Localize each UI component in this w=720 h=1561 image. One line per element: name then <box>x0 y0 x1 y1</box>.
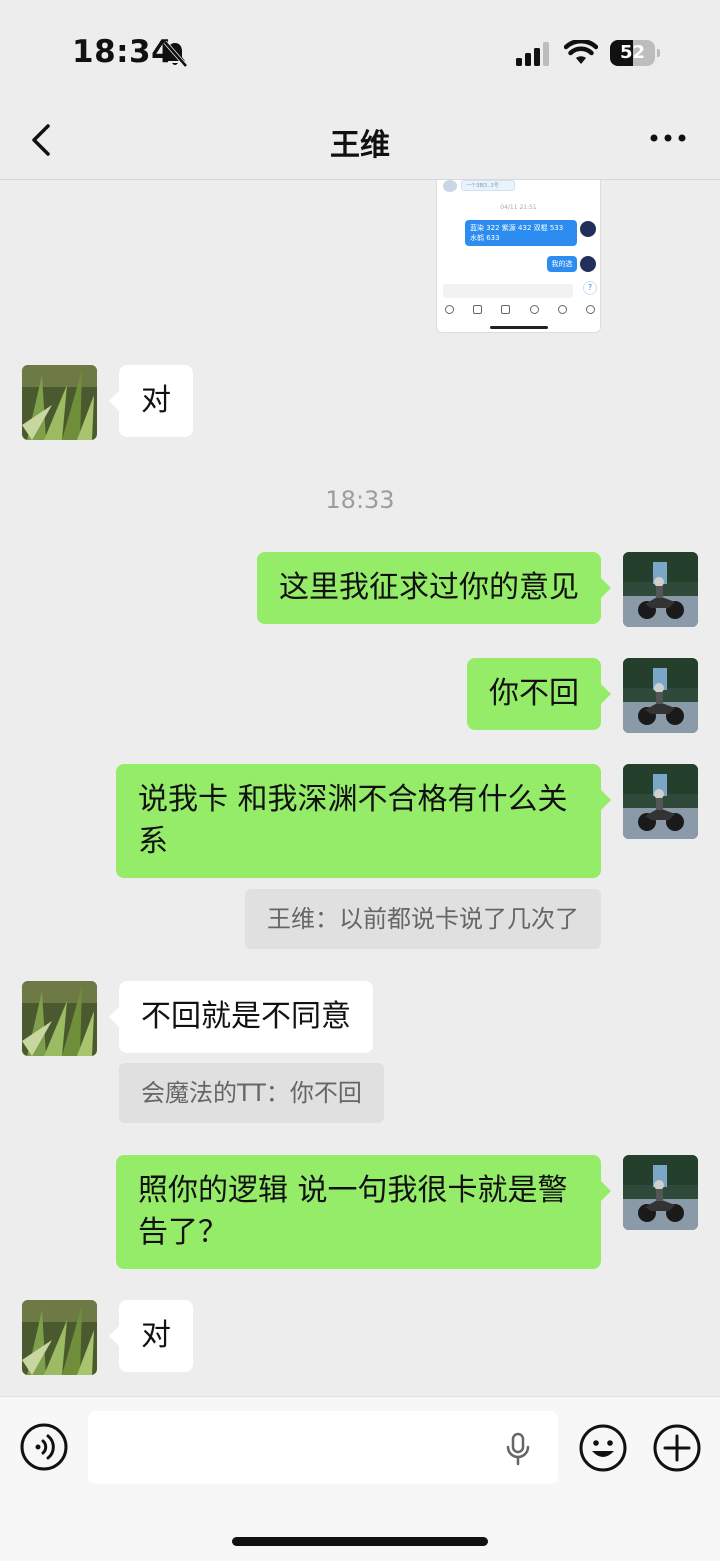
wifi-icon <box>564 40 598 64</box>
message-bubble-outgoing[interactable]: 说我卡 和我深渊不合格有什么关系 <box>116 764 611 878</box>
battery-icon: 52 <box>610 40 660 66</box>
self-avatar[interactable] <box>623 552 698 627</box>
thumb-redpacket-icon <box>529 304 539 314</box>
motorcycle-photo-icon <box>623 764 698 839</box>
thumb-avatar <box>580 256 596 272</box>
status-time: 18:34 <box>72 34 174 70</box>
mic-icon[interactable] <box>504 1432 532 1466</box>
thumb-avatar <box>443 180 457 192</box>
message-bubble-outgoing[interactable]: 照你的逻辑 说一句我很卡就是警告了？ <box>116 1155 611 1269</box>
message-bubble-incoming[interactable]: 不回就是不同意 <box>109 981 373 1053</box>
self-avatar[interactable] <box>623 1155 698 1230</box>
thumb-image-icon <box>473 304 483 314</box>
motorcycle-photo-icon <box>623 1155 698 1230</box>
message-bubble-outgoing[interactable]: 你不回 <box>467 658 611 730</box>
bell-off-icon <box>163 40 188 68</box>
home-indicator <box>232 1537 488 1546</box>
motorcycle-photo-icon <box>623 552 698 627</box>
self-avatar[interactable] <box>623 764 698 839</box>
signal-icon <box>516 42 549 66</box>
motorcycle-photo-icon <box>623 658 698 733</box>
thumb-pill: 一个3到3..3号 <box>461 180 515 191</box>
grass-photo-icon <box>22 365 97 440</box>
message-bubble-outgoing[interactable]: 这里我征求过你的意见 <box>257 552 611 624</box>
contact-avatar[interactable] <box>22 981 97 1056</box>
thumb-home-indicator <box>490 326 548 329</box>
contact-avatar[interactable] <box>22 365 97 440</box>
message-bubble-incoming[interactable]: 对 <box>109 1300 193 1372</box>
thumb-emoji-icon <box>557 304 567 314</box>
thumb-plus-icon <box>585 304 595 314</box>
nav-bar: 王维 <box>0 100 720 180</box>
input-bar <box>0 1396 720 1561</box>
thumb-input <box>443 284 573 298</box>
message-bubble-incoming[interactable]: 对 <box>109 365 193 437</box>
thumb-timestamp: 04/11 21:51 <box>500 204 537 211</box>
thumb-message: 蓝染 322 紫源 432 双棍 533 水鹤 633 <box>465 220 577 246</box>
status-bar: 18:34 52 <box>0 0 720 100</box>
voice-icon[interactable] <box>20 1423 68 1471</box>
quoted-message[interactable]: 王维：以前都说卡说了几次了 <box>245 889 601 949</box>
thumb-avatar <box>580 221 596 237</box>
plus-icon[interactable] <box>652 1423 702 1473</box>
contact-avatar[interactable] <box>22 1300 97 1375</box>
emoji-icon[interactable] <box>578 1423 628 1473</box>
grass-photo-icon <box>22 1300 97 1375</box>
chat-title: 王维 <box>330 128 390 163</box>
thumb-badge: ? <box>583 281 597 295</box>
time-stamp: 18:33 <box>325 486 395 514</box>
battery-level: 52 <box>619 42 646 63</box>
message-input[interactable] <box>88 1411 558 1484</box>
grass-photo-icon <box>22 981 97 1056</box>
self-avatar[interactable] <box>623 658 698 733</box>
more-icon[interactable] <box>648 126 688 150</box>
thumb-camera-icon <box>501 304 511 314</box>
quoted-message[interactable]: 会魔法的TT：你不回 <box>119 1063 384 1123</box>
thumb-message: 我的选 <box>547 256 577 272</box>
image-message-thumbnail[interactable]: 一个3到3..3号 04/11 21:51 蓝染 322 紫源 432 双棍 5… <box>436 180 601 333</box>
thumb-mic-icon <box>445 304 454 314</box>
thumb-toolbar <box>445 302 595 316</box>
